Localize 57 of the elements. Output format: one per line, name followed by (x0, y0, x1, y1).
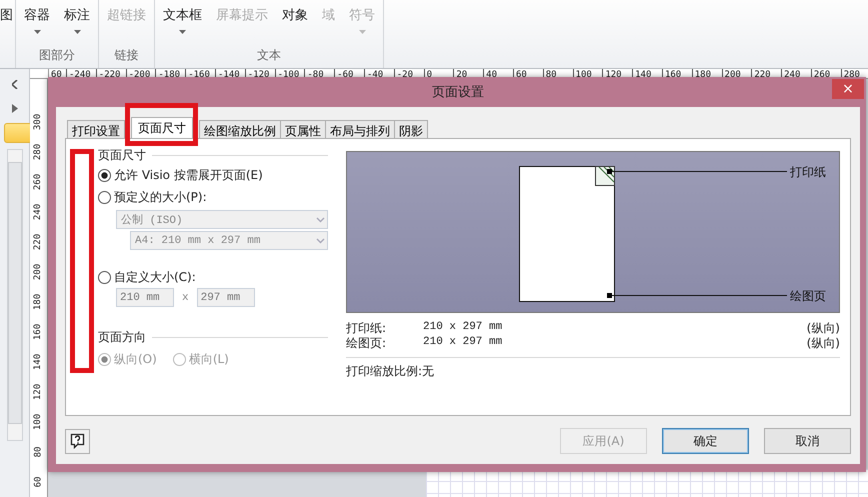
info-value: 210 x 297 mm (423, 336, 504, 350)
ribbon-button[interactable]: 对象 (282, 6, 308, 47)
radio-option[interactable]: 允许 Visio 按需展开页面(E) (98, 164, 328, 186)
tab[interactable]: 阴影 (394, 120, 428, 138)
ruler-label: 280 (34, 144, 44, 160)
chevron-left-icon (12, 80, 18, 88)
ruler-label: 60 (34, 476, 44, 488)
triangle-right-icon (12, 104, 18, 112)
scrollbar[interactable] (6, 149, 22, 441)
ruler-label: 180 (34, 294, 44, 310)
info-value: 210 x 297 mm (423, 321, 504, 335)
preview-label: 绘图页 (790, 289, 826, 303)
ruler-label: 60 (50, 69, 63, 78)
tab[interactable]: 页属性 (280, 120, 326, 138)
group-label: 文本 (256, 47, 282, 64)
chevron-down-icon (316, 238, 325, 244)
times-sign: x (182, 292, 189, 304)
close-button[interactable]: × (832, 79, 864, 99)
radio-option[interactable]: 自定义大小(C): (98, 266, 328, 288)
chevron-down-icon (316, 216, 325, 222)
ruler-label: 200 (34, 264, 44, 280)
dialog-button[interactable]: 确定 (662, 428, 749, 454)
ruler-label: 100 (34, 414, 44, 430)
info-label: 打印纸: (346, 321, 388, 336)
dialog-button[interactable]: 取消 (764, 428, 851, 454)
radio-button[interactable] (98, 270, 111, 284)
ruler-label: 260 (34, 174, 44, 190)
ruler-label: 240 (34, 204, 44, 220)
ribbon-button[interactable]: 容器 (24, 6, 50, 47)
orientation-text: (纵向) (806, 336, 840, 351)
ribbon-label: 图 (0, 0, 16, 68)
ruler-label: 220 (34, 234, 44, 250)
preview-label: 打印纸 (790, 165, 826, 179)
section-label: 页面方向 (98, 329, 146, 346)
help-button[interactable] (65, 428, 90, 454)
group-label: 链接 (114, 47, 140, 64)
orientation-text: (纵向) (806, 321, 840, 336)
ruler-label: 160 (34, 324, 44, 340)
tab[interactable]: 绘图缩放比例 (199, 120, 281, 138)
dialog-title: 页面设置 (432, 84, 484, 101)
tab[interactable]: 打印设置 (67, 120, 125, 138)
info-label: 绘图页: (346, 336, 388, 351)
tab[interactable]: 布局与排列 (325, 120, 395, 138)
radio-button[interactable] (98, 190, 111, 204)
help-icon (70, 433, 85, 449)
tab[interactable]: 页面尺寸 (131, 117, 193, 138)
ruler-label: 80 (34, 446, 44, 458)
radio-option[interactable]: 预定义的大小(P): (98, 186, 328, 208)
ribbon-button[interactable]: 文本框 (163, 6, 202, 47)
ribbon-button[interactable]: 标注 (64, 6, 90, 47)
ruler-label: 120 (34, 384, 44, 400)
radio-button[interactable] (98, 168, 111, 182)
scale-text: 打印缩放比例:无 (346, 364, 434, 378)
group-label: 图部分 (38, 47, 76, 64)
ruler-label: 140 (34, 354, 44, 370)
section-label: 页面尺寸 (98, 147, 146, 164)
ruler-label: 300 (34, 114, 44, 130)
